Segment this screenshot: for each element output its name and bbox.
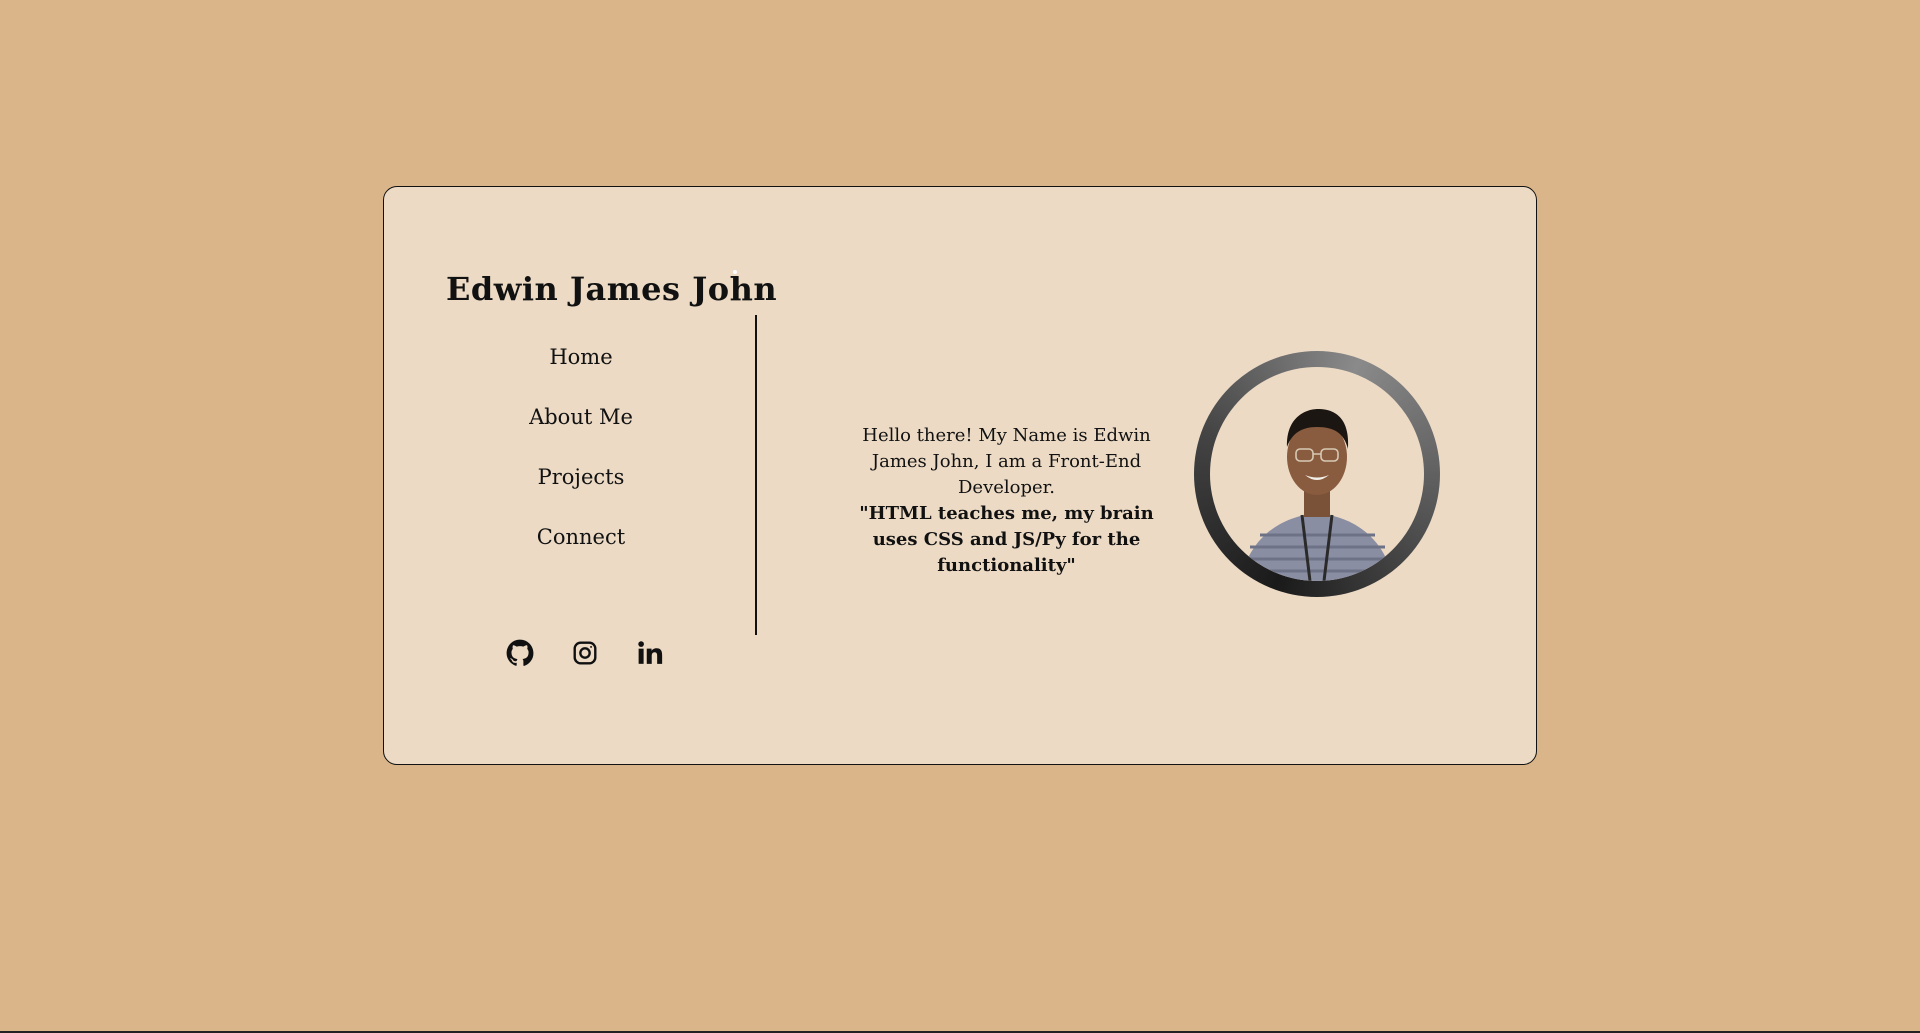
intro-quote: "HTML teaches me, my brain uses CSS and … bbox=[859, 503, 1154, 576]
page: Edwin James John Home About Me Projects … bbox=[0, 0, 1920, 1033]
intro-text: Hello there! My Name is Edwin James John… bbox=[839, 423, 1174, 579]
linkedin-icon[interactable] bbox=[635, 638, 665, 668]
instagram-icon[interactable] bbox=[570, 638, 600, 668]
nav-item-projects[interactable]: Projects bbox=[538, 463, 625, 491]
social-links bbox=[505, 636, 665, 670]
profile-card: Edwin James John Home About Me Projects … bbox=[383, 186, 1537, 765]
nav-item-about-me[interactable]: About Me bbox=[529, 403, 633, 431]
avatar bbox=[1194, 351, 1440, 597]
intro-greeting: Hello there! My Name is Edwin James John… bbox=[862, 425, 1151, 498]
vertical-divider bbox=[755, 315, 757, 635]
nav-item-connect[interactable]: Connect bbox=[537, 523, 625, 551]
main-nav: Home About Me Projects Connect bbox=[419, 343, 743, 583]
decorative-dot bbox=[733, 270, 737, 274]
nav-item-home[interactable]: Home bbox=[549, 343, 612, 371]
github-icon[interactable] bbox=[505, 638, 535, 668]
site-title: Edwin James John bbox=[446, 270, 778, 308]
avatar-photo bbox=[1210, 367, 1424, 581]
